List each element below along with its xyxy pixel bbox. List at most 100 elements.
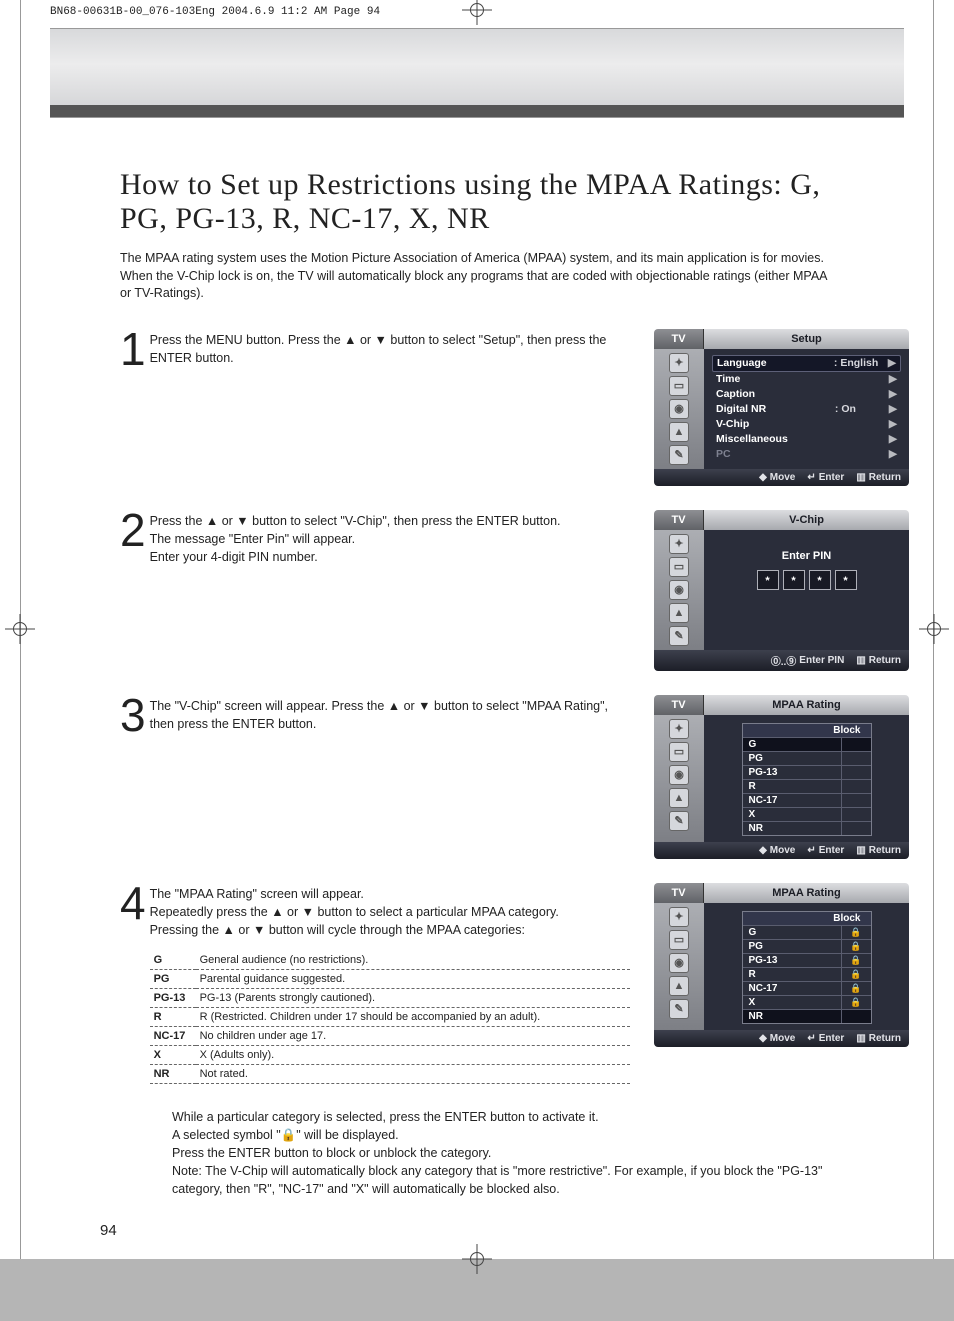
osd-footer: ⓪..⑨ Enter PIN ▥ Return	[654, 650, 909, 671]
hint-move: ◆ Move	[759, 845, 795, 856]
rating-def-row: GGeneral audience (no restrictions).	[150, 951, 630, 970]
osd-title: MPAA Rating	[704, 695, 909, 715]
step-text: The "MPAA Rating" screen will appear. Re…	[150, 883, 630, 939]
sidebar-icon: ✦	[669, 907, 689, 927]
crop-mark-bottom	[462, 1244, 492, 1274]
sidebar-icon: ✦	[669, 534, 689, 554]
hint-return: ▥ Return	[856, 472, 901, 483]
step-4: 4 The "MPAA Rating" screen will appear. …	[120, 883, 914, 1084]
mpaa-row: NR	[743, 1010, 871, 1023]
osd-pin-area: Enter PIN * * * *	[704, 530, 909, 650]
osd-footer: ◆ Move ↵ Enter ▥ Return	[654, 469, 909, 486]
menu-row: Digital NR: On▶	[712, 402, 901, 417]
page-title: How to Set up Restrictions using the MPA…	[120, 168, 834, 236]
enter-pin-label: Enter PIN	[712, 550, 901, 562]
hint-enter: ↵ Enter	[807, 1033, 844, 1044]
menu-row: Time▶	[712, 372, 901, 387]
hint-enter: ↵ Enter	[807, 845, 844, 856]
pin-digit: *	[783, 570, 805, 590]
osd-mpaa-table: BlockG🔒PG🔒PG-13🔒R🔒NC-17🔒X🔒NR	[704, 903, 909, 1030]
osd-title: V-Chip	[704, 510, 909, 530]
menu-row: Language: English▶	[712, 355, 901, 372]
mpaa-row: PG	[743, 752, 871, 766]
sidebar-icon: ▭	[669, 930, 689, 950]
osd-footer: ◆ Move ↵ Enter ▥ Return	[654, 842, 909, 859]
mpaa-row: R🔒	[743, 968, 871, 982]
osd-mpaa-2: TV MPAA Rating ✦ ▭ ◉ ▲ ✎ BlockG🔒PG🔒PG-13…	[654, 883, 909, 1047]
hint-move: ◆ Move	[759, 472, 795, 483]
osd-sidebar: ✦ ▭ ◉ ▲ ✎	[654, 349, 704, 469]
crop-mark-right	[919, 614, 949, 644]
osd-sidebar: ✦ ▭ ◉ ▲ ✎	[654, 715, 704, 842]
hint-return: ▥ Return	[856, 653, 901, 668]
mpaa-row: PG🔒	[743, 940, 871, 954]
osd-footer: ◆ Move ↵ Enter ▥ Return	[654, 1030, 909, 1047]
rating-def-row: XX (Adults only).	[150, 1045, 630, 1064]
sidebar-icon: ✦	[669, 719, 689, 739]
crop-mark-top	[462, 0, 492, 25]
sidebar-icon: ✎	[669, 811, 689, 831]
step-text: Press the MENU button. Press the ▲ or ▼ …	[150, 329, 630, 368]
sidebar-icon: ▭	[669, 742, 689, 762]
crop-mark-left	[5, 614, 35, 644]
page: BN68-00631B-00_076-103Eng 2004.6.9 11:2 …	[0, 0, 954, 1259]
sidebar-icon: ▲	[669, 422, 689, 442]
osd-setup: TV Setup ✦ ▭ ◉ ▲ ✎ Language: English▶Tim…	[654, 329, 909, 486]
menu-row: Miscellaneous▶	[712, 432, 901, 447]
step-number: 4	[120, 885, 144, 1084]
osd-mpaa-1: TV MPAA Rating ✦ ▭ ◉ ▲ ✎ BlockGPGPG-13RN…	[654, 695, 909, 859]
osd-title: MPAA Rating	[704, 883, 909, 903]
intro-text: The MPAA rating system uses the Motion P…	[120, 250, 834, 303]
hint-move: ◆ Move	[759, 1033, 795, 1044]
menu-row: V-Chip▶	[712, 417, 901, 432]
mpaa-row: PG-13🔒	[743, 954, 871, 968]
osd-sidebar: ✦ ▭ ◉ ▲ ✎	[654, 530, 704, 650]
mpaa-row: R	[743, 780, 871, 794]
sidebar-icon: ◉	[669, 953, 689, 973]
step-number: 3	[120, 697, 144, 734]
osd-tv-label: TV	[654, 883, 704, 903]
sidebar-icon: ◉	[669, 399, 689, 419]
mpaa-row: NC-17🔒	[743, 982, 871, 996]
step-2: 2 Press the ▲ or ▼ button to select "V-C…	[120, 510, 914, 671]
sidebar-icon: ▭	[669, 376, 689, 396]
osd-tv-label: TV	[654, 695, 704, 715]
sidebar-icon: ▲	[669, 976, 689, 996]
osd-tv-label: TV	[654, 510, 704, 530]
after-text: While a particular category is selected,…	[172, 1108, 834, 1199]
osd-sidebar: ✦ ▭ ◉ ▲ ✎	[654, 903, 704, 1030]
hint-enter: ↵ Enter	[807, 472, 844, 483]
pin-boxes: * * * *	[712, 570, 901, 590]
page-number: 94	[100, 1222, 117, 1239]
sidebar-icon: ◉	[669, 765, 689, 785]
sidebar-icon: ✎	[669, 445, 689, 465]
hint-return: ▥ Return	[856, 1033, 901, 1044]
rating-def-row: RR (Restricted. Children under 17 should…	[150, 1007, 630, 1026]
sidebar-icon: ✦	[669, 353, 689, 373]
osd-vchip-pin: TV V-Chip ✦ ▭ ◉ ▲ ✎ Enter PIN *	[654, 510, 909, 671]
step-1: 1 Press the MENU button. Press the ▲ or …	[120, 329, 914, 486]
pin-digit: *	[809, 570, 831, 590]
header-bar	[50, 28, 904, 118]
sidebar-icon: ▲	[669, 603, 689, 623]
rating-definitions: GGeneral audience (no restrictions).PGPa…	[150, 951, 630, 1084]
sidebar-icon: ✎	[669, 999, 689, 1019]
step-text: The "V-Chip" screen will appear. Press t…	[150, 695, 630, 734]
step-3: 3 The "V-Chip" screen will appear. Press…	[120, 695, 914, 859]
rating-def-row: PG-13PG-13 (Parents strongly cautioned).	[150, 988, 630, 1007]
hint-enter-pin: ⓪..⑨ Enter PIN	[771, 653, 845, 668]
rating-def-row: PGParental guidance suggested.	[150, 969, 630, 988]
mpaa-row: X	[743, 808, 871, 822]
mpaa-row: X🔒	[743, 996, 871, 1010]
osd-mpaa-table: BlockGPGPG-13RNC-17XNR	[704, 715, 909, 842]
mpaa-row: PG-13	[743, 766, 871, 780]
rating-def-row: NC-17No children under age 17.	[150, 1026, 630, 1045]
mpaa-row: G	[743, 738, 871, 752]
mpaa-row: G🔒	[743, 926, 871, 940]
menu-row: PC▶	[712, 447, 901, 462]
sidebar-icon: ◉	[669, 580, 689, 600]
osd-menu: Language: English▶Time▶Caption▶Digital N…	[704, 349, 909, 469]
step-number: 2	[120, 512, 144, 566]
mpaa-row: NC-17	[743, 794, 871, 808]
step-text: Press the ▲ or ▼ button to select "V-Chi…	[150, 510, 561, 566]
